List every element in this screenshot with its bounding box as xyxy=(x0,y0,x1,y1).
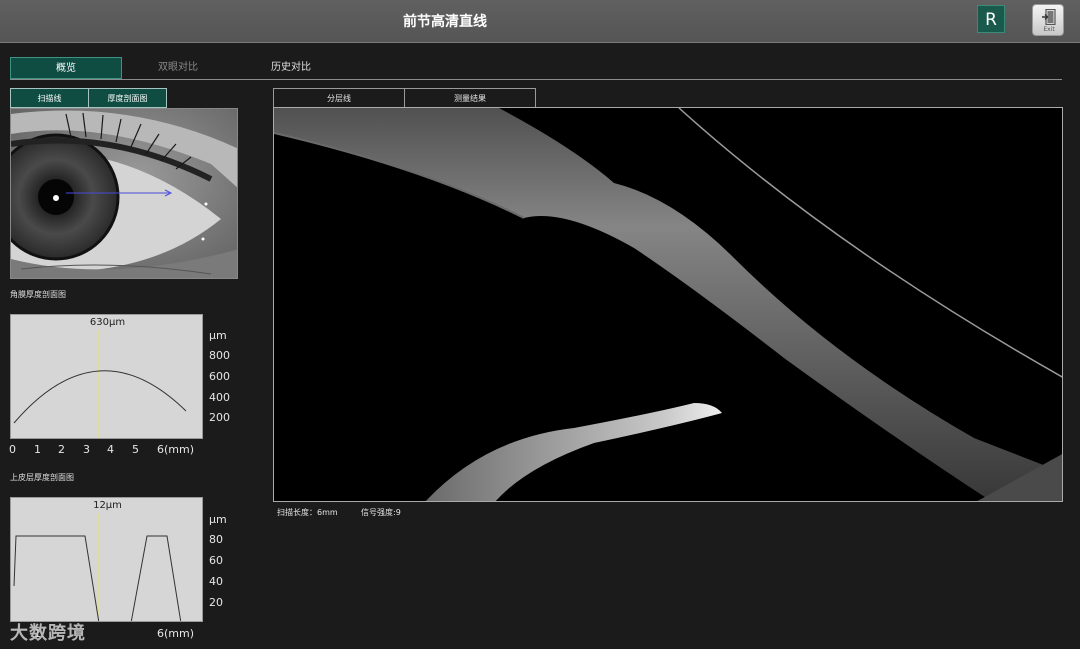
tab-scan-line[interactable]: 扫描线 xyxy=(10,88,89,108)
cornea-y-tick: 400 xyxy=(209,391,230,404)
tab-overview[interactable]: 概览 xyxy=(10,57,122,79)
epithelium-y-tick: 60 xyxy=(209,554,223,567)
title-bar: 前节高清直线 R Exit xyxy=(0,0,1080,43)
tab-history-compare[interactable]: 历史对比 xyxy=(235,57,347,79)
cornea-x-tick: 6(mm) xyxy=(157,443,195,456)
right-eye-button[interactable]: R xyxy=(977,5,1005,33)
epithelium-unit: µm xyxy=(209,513,227,526)
cornea-x-tick: 0 xyxy=(9,443,16,456)
oct-scan-image[interactable] xyxy=(273,107,1063,502)
cornea-x-tick: 2 xyxy=(58,443,65,456)
cornea-unit: µm xyxy=(209,329,227,342)
cornea-thickness-graph: 630µm xyxy=(10,314,203,439)
epithelium-x-tick: 6(mm) xyxy=(157,627,195,640)
cornea-x-tick: 5 xyxy=(132,443,139,456)
cornea-y-tick: 200 xyxy=(209,411,230,424)
epithelium-thickness-graph: 12µm xyxy=(10,497,203,622)
epithelium-y-tick: 80 xyxy=(209,533,223,546)
epithelium-peak-value: 12µm xyxy=(93,500,122,511)
eye-photo[interactable] xyxy=(10,108,238,279)
epithelium-y-tick: 40 xyxy=(209,575,223,588)
cornea-peak-value: 630µm xyxy=(89,317,126,328)
watermark: 大数跨境 xyxy=(10,623,86,644)
cornea-y-tick: 800 xyxy=(209,349,230,362)
exit-label: Exit xyxy=(1043,26,1055,33)
tab-thickness-profile[interactable]: 厚度剖面图 xyxy=(88,88,167,108)
tab-measurement-results[interactable]: 测量结果 xyxy=(404,88,536,108)
tab-divider xyxy=(10,79,1062,80)
window-title: 前节高清直线 xyxy=(403,14,487,30)
cornea-x-tick: 4 xyxy=(107,443,114,456)
exit-icon xyxy=(1042,9,1056,25)
tab-layer-lines[interactable]: 分层线 xyxy=(273,88,405,108)
cornea-y-tick: 600 xyxy=(209,370,230,383)
cornea-x-tick: 1 xyxy=(34,443,41,456)
cornea-x-tick: 3 xyxy=(83,443,90,456)
signal-strength: 信号强度:9 xyxy=(361,508,401,517)
tab-binocular-compare[interactable]: 双眼对比 xyxy=(122,57,234,79)
scan-length: 扫描长度：6mm xyxy=(277,508,338,517)
cornea-graph-label: 角膜厚度剖面图 xyxy=(10,290,66,299)
epithelium-graph-label: 上皮层厚度剖面图 xyxy=(10,473,74,482)
epithelium-y-tick: 20 xyxy=(209,596,223,609)
exit-button[interactable]: Exit xyxy=(1032,4,1064,36)
